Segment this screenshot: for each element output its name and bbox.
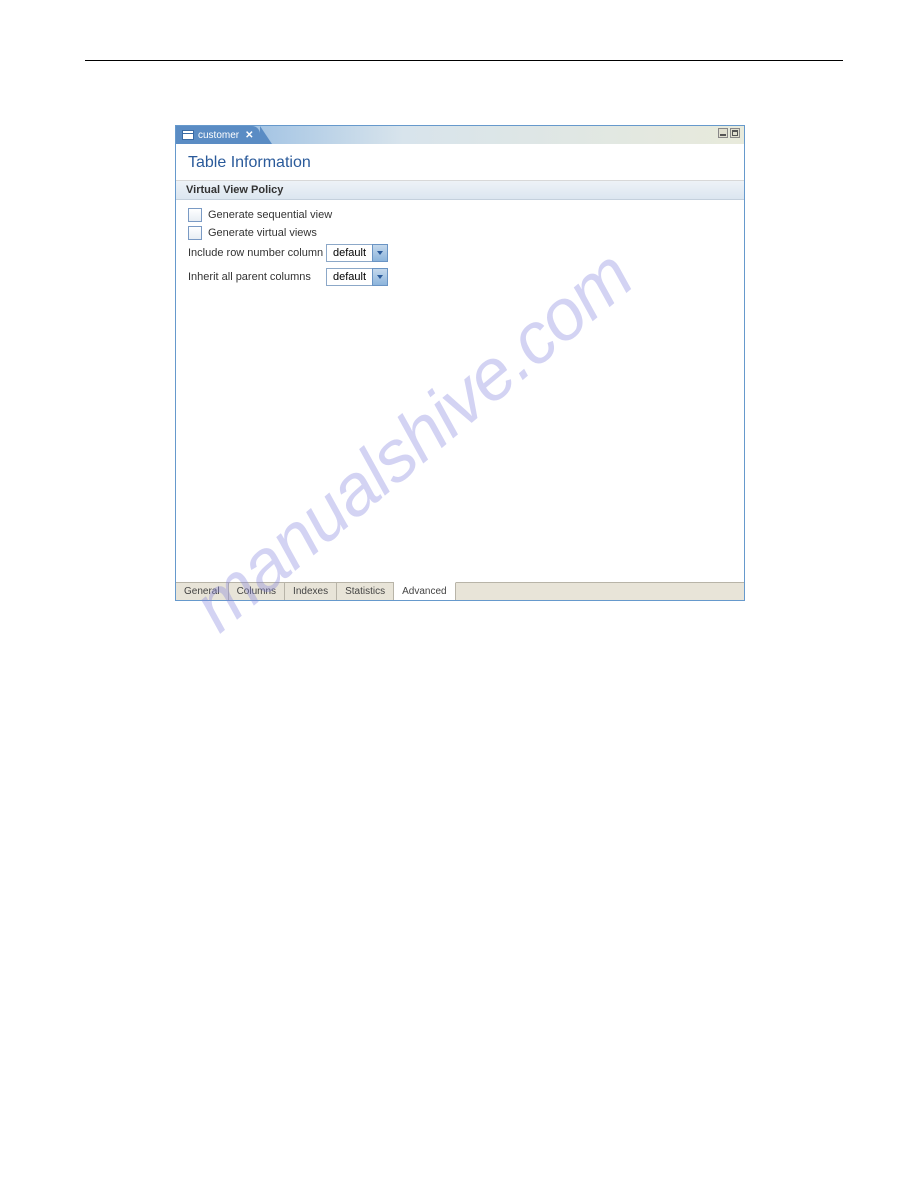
page-divider: [85, 60, 843, 61]
dropdown-value: default: [326, 268, 372, 286]
dropdown-row: Include row number column default: [188, 244, 732, 262]
tab-name: customer: [198, 130, 239, 141]
table-icon: [182, 130, 194, 140]
dropdown-label: Inherit all parent columns: [188, 271, 326, 283]
generate-virtual-views-checkbox[interactable]: [188, 226, 202, 240]
form-area: Generate sequential view Generate virtua…: [176, 200, 744, 582]
chevron-down-icon: [372, 244, 388, 262]
maximize-button[interactable]: [730, 128, 740, 138]
dropdown-label: Include row number column: [188, 247, 326, 259]
page-title: Table Information: [188, 154, 732, 172]
generate-sequential-view-checkbox[interactable]: [188, 208, 202, 222]
dialog-window: customer ✕ Table Information Virtual Vie…: [175, 125, 745, 601]
inherit-parent-columns-dropdown[interactable]: default: [326, 268, 388, 286]
window-controls: [718, 128, 740, 138]
tab-columns[interactable]: Columns: [229, 583, 285, 600]
dropdown-value: default: [326, 244, 372, 262]
checkbox-label: Generate virtual views: [208, 227, 317, 239]
checkbox-label: Generate sequential view: [208, 209, 332, 221]
dropdown-row: Inherit all parent columns default: [188, 268, 732, 286]
bottom-tabs: General Columns Indexes Statistics Advan…: [176, 582, 744, 600]
tab-indexes[interactable]: Indexes: [285, 583, 337, 600]
content-header: Table Information: [176, 144, 744, 181]
tab-statistics[interactable]: Statistics: [337, 583, 394, 600]
tab-general[interactable]: General: [176, 583, 229, 600]
chevron-down-icon: [372, 268, 388, 286]
title-bar: customer ✕: [176, 126, 744, 144]
close-tab-icon[interactable]: ✕: [245, 130, 253, 141]
checkbox-row: Generate virtual views: [188, 226, 732, 240]
minimize-button[interactable]: [718, 128, 728, 138]
tab-advanced[interactable]: Advanced: [394, 582, 455, 600]
window-tab[interactable]: customer ✕: [176, 126, 260, 144]
include-row-number-dropdown[interactable]: default: [326, 244, 388, 262]
section-header: Virtual View Policy: [176, 181, 744, 200]
checkbox-row: Generate sequential view: [188, 208, 732, 222]
